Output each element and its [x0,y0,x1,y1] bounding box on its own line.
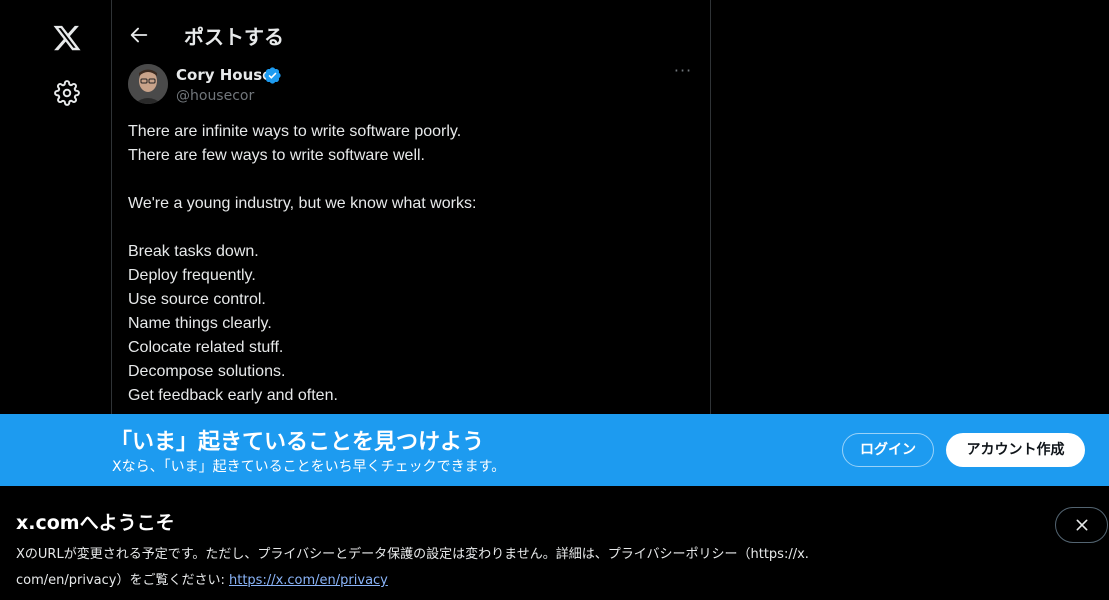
avatar[interactable] [128,64,168,104]
notice-text-line2: com/en/privacy）をご覧ください: [16,573,229,588]
signup-banner: 「いま」起きていることを見つけよう Xなら、「いま」起きていることをいち早くチェ… [0,414,1109,486]
post-text-line [128,216,696,240]
banner-title: 「いま」起きていることを見つけよう [110,430,485,455]
more-options-icon[interactable]: ··· [670,63,696,84]
create-account-button[interactable]: アカウント作成 [946,433,1085,467]
page-title: ポストする [184,25,284,49]
post-text-line: Decompose solutions. [128,363,286,380]
verified-badge-icon [263,66,282,85]
notice-text-line1: XのURLが変更される予定です。ただし、プライバシーとデータ保護の設定は変わりま… [16,547,809,562]
privacy-link[interactable]: https://x.com/en/privacy [229,573,388,588]
post-text-line: Use source control. [128,291,266,308]
login-button[interactable]: ログイン [842,433,934,467]
author-handle[interactable]: @housecor [176,88,254,104]
post-text: There are infinite ways to write softwar… [128,120,696,408]
post-text-line: Deploy frequently. [128,267,256,284]
post-text-line [128,168,696,192]
domain-notice: x.comへようこそ XのURLが変更される予定です。ただし、プライバシーとデー… [0,486,1109,600]
post-text-line: Get feedback early and often. [128,387,338,404]
post-text-line: Name things clearly. [128,315,272,332]
close-icon[interactable] [1055,507,1108,543]
x-logo-icon[interactable] [52,23,82,53]
banner-subtitle: Xなら、「いま」起きていることをいち早くチェックできます。 [112,459,506,475]
post-text-line: Break tasks down. [128,243,259,260]
notice-text: XのURLが変更される予定です。ただし、プライバシーとデータ保護の設定は変わりま… [16,542,896,594]
post-text-line: Colocate related stuff. [128,339,284,356]
post-author: Cory House @housecor ··· [128,63,696,108]
back-arrow-icon[interactable] [128,24,152,48]
notice-title: x.comへようこそ [16,512,175,534]
post-text-line: There are infinite ways to write softwar… [128,123,462,140]
gear-icon[interactable] [54,80,80,106]
post-text-line: There are few ways to write software wel… [128,147,425,164]
page-header: ポストする [112,0,710,72]
post-text-line: We're a young industry, but we know what… [128,195,477,212]
author-name[interactable]: Cory House [176,66,272,84]
